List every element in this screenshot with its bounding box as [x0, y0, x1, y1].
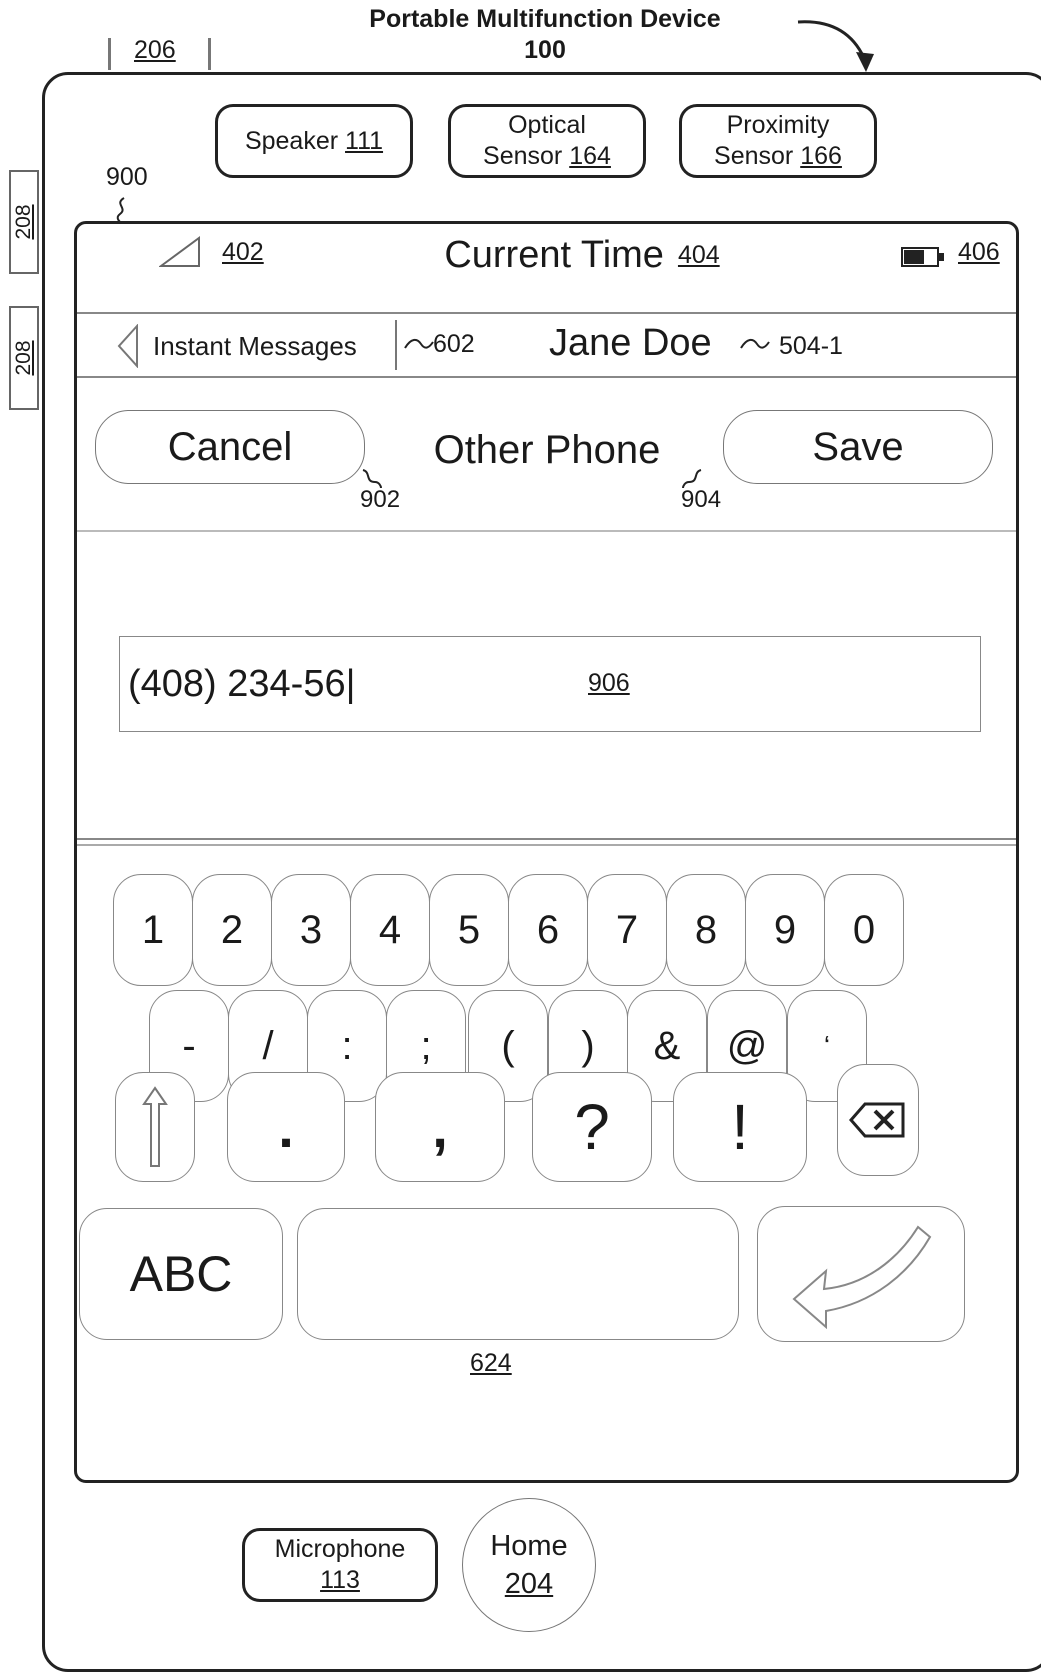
microphone-ref: 113 [320, 1566, 360, 1594]
space-key[interactable] [297, 1208, 739, 1340]
return-key[interactable] [757, 1206, 965, 1342]
home-ref: 204 [504, 1568, 554, 1600]
device-title-text: Portable Multifunction Device [369, 5, 721, 33]
return-icon [792, 1225, 932, 1329]
ref-206: 206 [134, 36, 176, 64]
key-exclamation[interactable]: ! [673, 1072, 807, 1182]
proximity-sensor-box: Proximity Sensor 166 [679, 104, 877, 178]
keyboard-ref: 624 [470, 1349, 512, 1377]
backspace-key[interactable] [837, 1064, 919, 1176]
microphone-label: Microphone [274, 1535, 406, 1563]
key-period[interactable]: . [227, 1072, 345, 1182]
proximity-label: Proximity [726, 111, 830, 139]
key-2[interactable]: 2 [192, 874, 272, 986]
shift-icon [142, 1086, 168, 1167]
ref-900: 900 [106, 163, 148, 191]
shift-key[interactable] [115, 1072, 195, 1182]
side-button-upper[interactable]: 208 [9, 170, 39, 274]
backspace-icon [849, 1102, 905, 1138]
keyboard: 1 2 3 4 5 6 7 8 9 0 - / : ; ( ) & @ ‘ . … [77, 224, 1016, 1480]
side-button-lower[interactable]: 208 [9, 306, 39, 410]
ref-900-squiggle [116, 197, 125, 223]
ref-206-tick-right [208, 38, 211, 70]
key-0[interactable]: 0 [824, 874, 904, 986]
ref-206-tick-left [108, 38, 111, 70]
home-label: Home [490, 1530, 568, 1562]
key-1[interactable]: 1 [113, 874, 193, 986]
speaker-box: Speaker 111 [215, 104, 413, 178]
device-title: Portable Multifunction Device 100 [300, 4, 790, 66]
proximity-label2: Sensor [714, 142, 794, 170]
abc-key[interactable]: ABC [79, 1208, 283, 1340]
screen: 402 Current Time 404 406 Instant Message… [74, 221, 1019, 1483]
device-number: 100 [524, 36, 566, 64]
optical-label: Optical [508, 111, 586, 139]
ref-208-upper: 208 [12, 204, 35, 240]
speaker-ref: 111 [345, 126, 384, 155]
key-comma[interactable]: , [375, 1072, 505, 1182]
key-question[interactable]: ? [532, 1072, 652, 1182]
optical-label2: Sensor [483, 142, 563, 170]
optical-ref: 164 [569, 142, 611, 170]
key-7[interactable]: 7 [587, 874, 667, 986]
optical-sensor-box: Optical Sensor 164 [448, 104, 646, 178]
key-3[interactable]: 3 [271, 874, 351, 986]
ref-208-lower: 208 [12, 340, 35, 376]
callout-arrow [797, 20, 874, 72]
proximity-ref: 166 [800, 142, 842, 170]
speaker-label: Speaker [244, 126, 339, 155]
key-4[interactable]: 4 [350, 874, 430, 986]
key-6[interactable]: 6 [508, 874, 588, 986]
key-9[interactable]: 9 [745, 874, 825, 986]
home-button[interactable]: Home 204 [462, 1498, 596, 1632]
microphone-box: Microphone 113 [242, 1528, 438, 1602]
key-5[interactable]: 5 [429, 874, 509, 986]
key-8[interactable]: 8 [666, 874, 746, 986]
